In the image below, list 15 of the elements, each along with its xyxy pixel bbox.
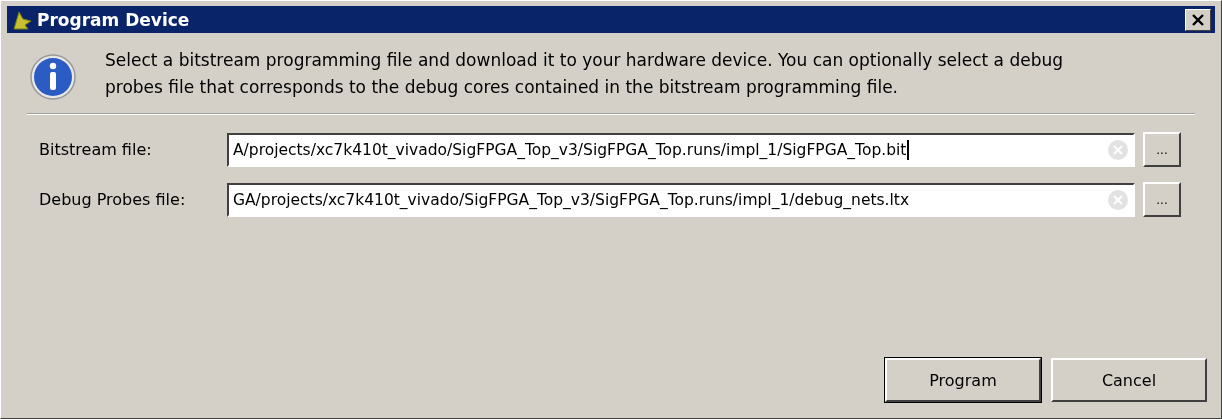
clear-icon[interactable] xyxy=(1107,138,1129,161)
browse-button[interactable]: ... xyxy=(1143,132,1181,167)
dialog-button[interactable]: Program xyxy=(885,358,1041,402)
browse-button[interactable]: ... xyxy=(1143,182,1181,217)
window-title: Program Device xyxy=(37,9,191,30)
description-text: Select a bitstream programming file and download it to your hardware device. You can optionally select a debug probes file that corresponds to the debug cores contained in the bitstream programming file. xyxy=(105,49,1065,99)
field-label: Bitstream file: xyxy=(39,140,153,159)
close-icon xyxy=(1191,13,1205,26)
file-path-field[interactable]: GA/projects/xc7k410t_vivado/SigFPGA_Top_v3/SigFPGA_Top.runs/impl_1/debug_nets.ltx xyxy=(227,182,1135,217)
close-button[interactable] xyxy=(1185,8,1211,31)
dialog-button[interactable]: Cancel xyxy=(1051,358,1207,402)
field-label: Debug Probes file: xyxy=(39,190,187,209)
clear-icon[interactable] xyxy=(1107,188,1129,211)
info-icon xyxy=(29,53,77,101)
file-path-field[interactable]: A/projects/xc7k410t_vivado/SigFPGA_Top_v3/SigFPGA_Top.runs/impl_1/SigFPGA_Top.bit xyxy=(227,132,1135,167)
